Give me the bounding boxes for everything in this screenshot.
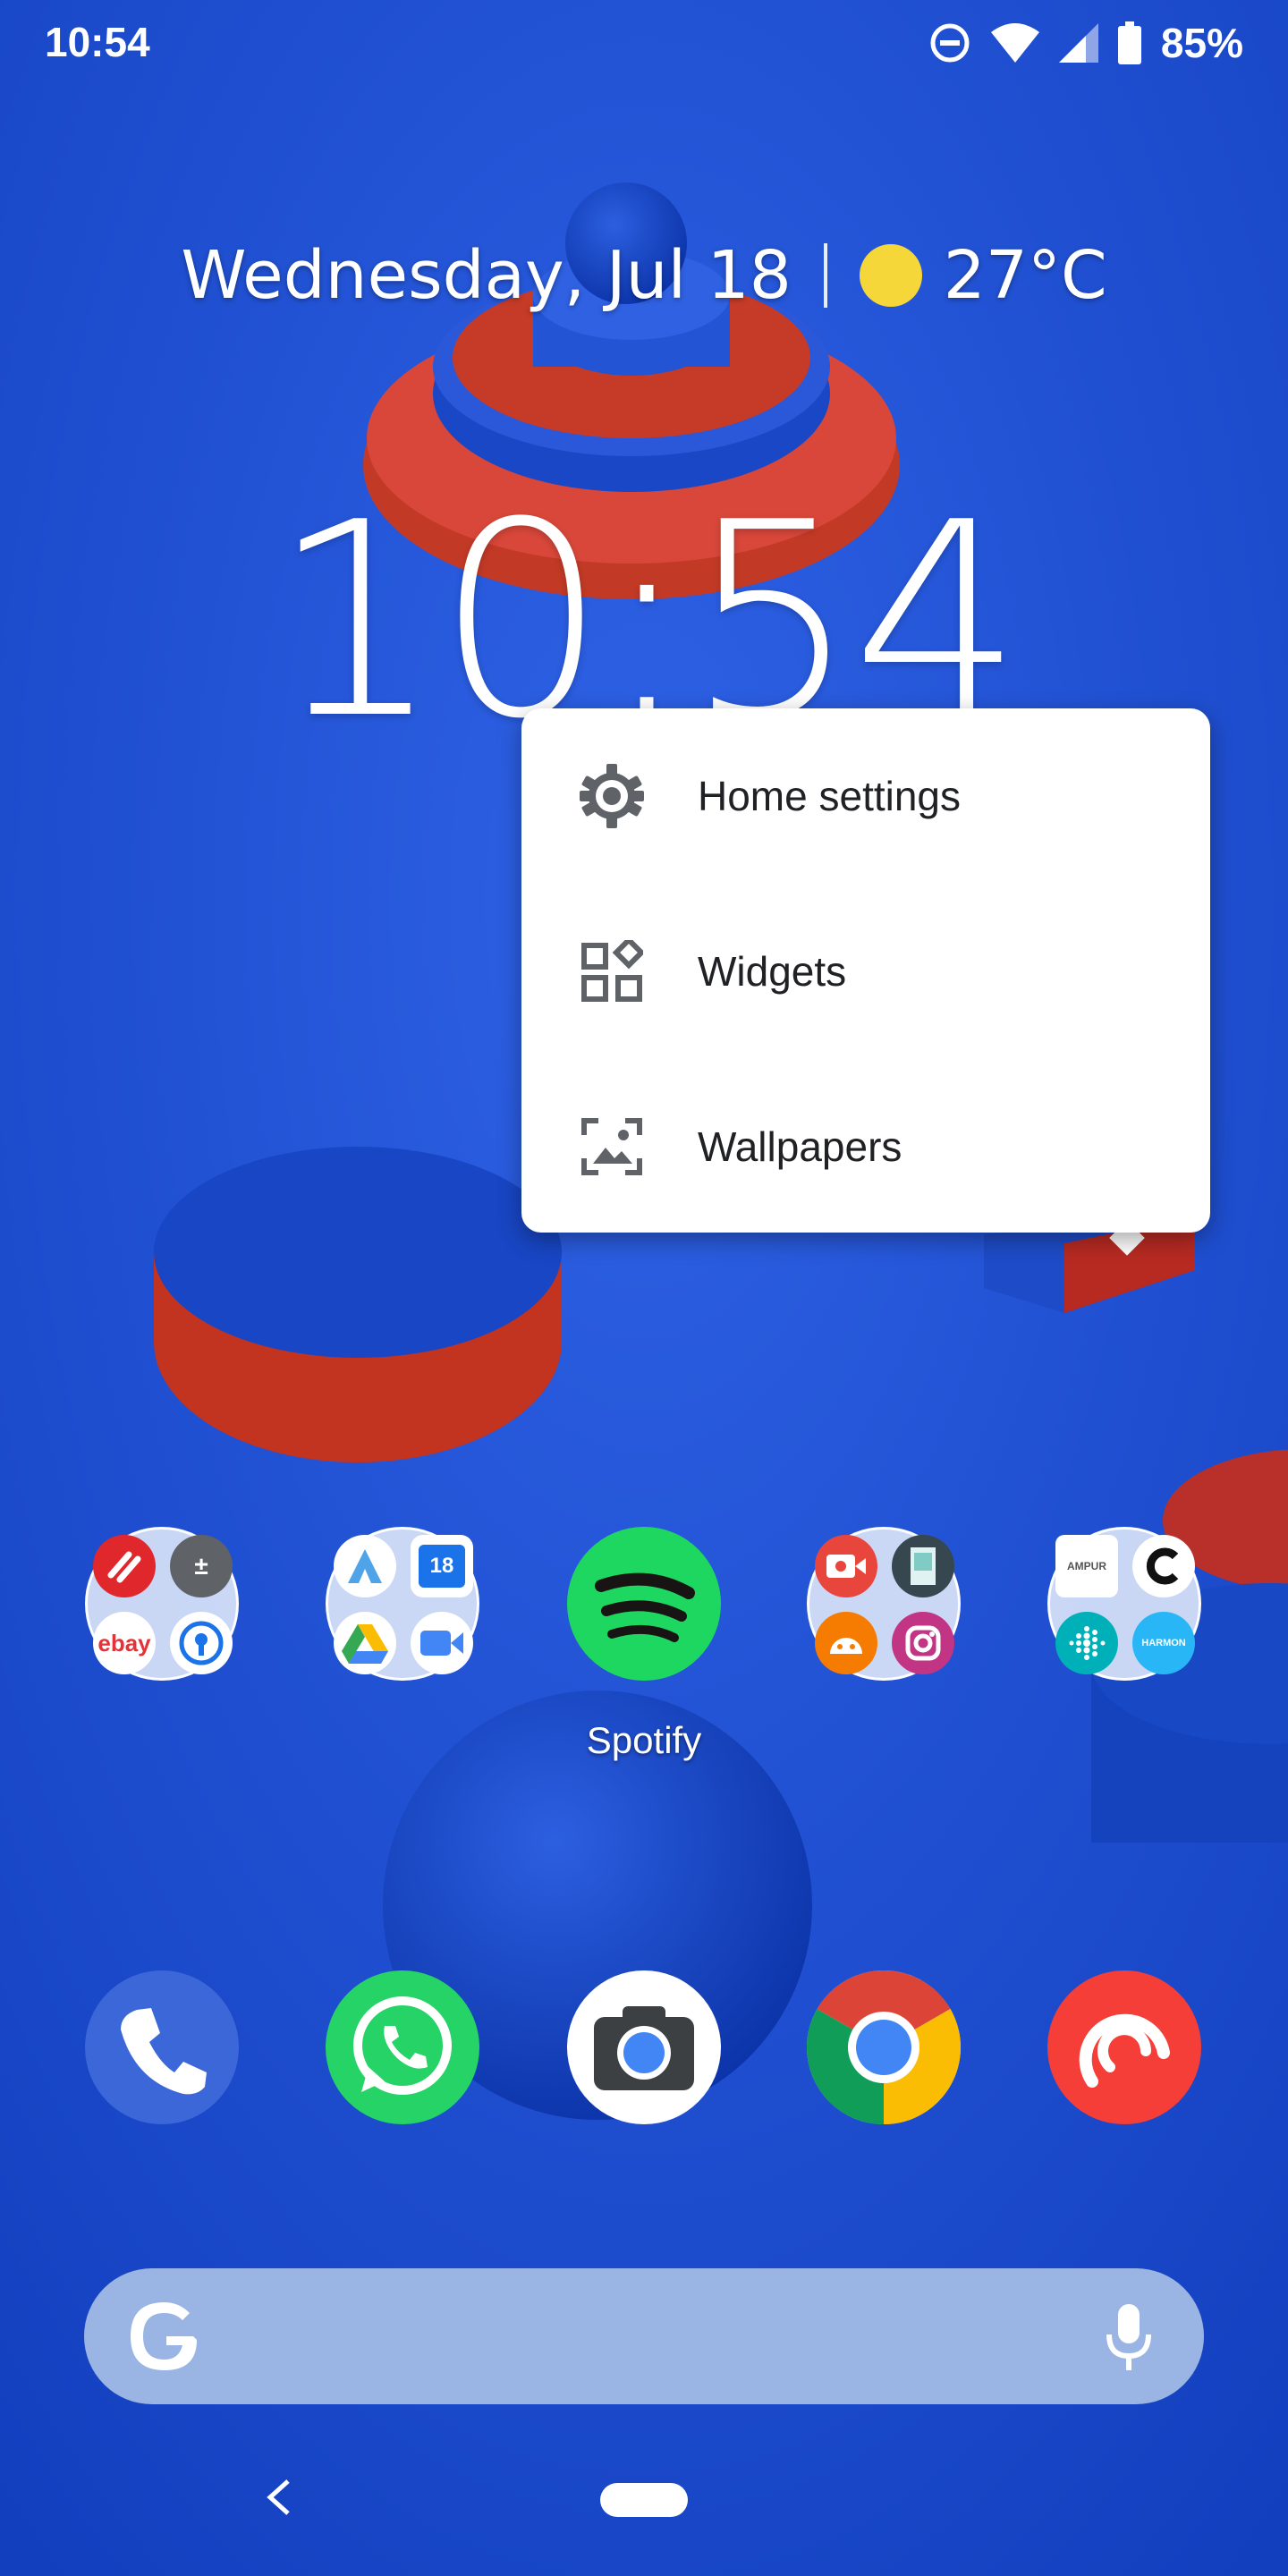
screen-recorder-icon [815,1535,877,1597]
calculator-icon: ± [170,1535,233,1597]
arc-icon [334,1535,396,1597]
signal-icon [1058,23,1098,63]
pocket-casts-icon[interactable] [1047,1970,1201,2124]
menu-item-home-settings[interactable]: Home settings [521,708,1210,884]
google-search-bar[interactable] [84,2268,1204,2404]
meet-icon [411,1612,473,1674]
whatsapp-icon[interactable] [326,1970,479,2124]
sun-icon [859,244,922,307]
drive-icon [334,1612,396,1674]
ampup-icon: AMPUR [1055,1535,1118,1597]
dnd-icon [930,23,970,63]
at-a-glance[interactable]: Wednesday, Jul 18 27°C [0,237,1288,314]
app-folder-3[interactable] [807,1527,961,1681]
menu-item-label: Home settings [698,773,962,819]
home-button[interactable] [600,2483,688,2517]
status-icons: 85% [928,16,1243,70]
harmony-icon: HARMON [1132,1612,1195,1674]
glance-date[interactable]: Wednesday, Jul 18 [181,237,791,314]
widgets-icon [575,935,648,1008]
google-g-icon[interactable] [120,2292,209,2381]
home-popup-menu: Home settings Widgets Wallpapers [521,708,1210,1233]
wallpaper-icon [575,1110,648,1183]
spotify-app-icon[interactable] [567,1527,721,1681]
app-folder-1[interactable]: ± ebay [85,1527,239,1681]
authy-icon [93,1535,156,1597]
phone-icon[interactable] [85,1970,239,2124]
menu-item-label: Wallpapers [698,1123,902,1170]
battery-percent: 85% [1160,20,1243,66]
ebay-icon: ebay [93,1612,156,1674]
app-icon [892,1535,954,1597]
mic-icon[interactable] [1102,2301,1156,2374]
c-app-icon [1132,1535,1195,1597]
instagram-icon [892,1612,954,1674]
wifi-icon [990,23,1039,63]
calendar-icon: 18 [411,1535,473,1597]
spotify-label: Spotify [586,1719,702,1761]
app-folder-2[interactable]: 18 [326,1527,479,1681]
back-button[interactable] [261,2478,297,2517]
glance-divider [823,243,827,308]
status-time: 10:54 [45,19,150,65]
camera-icon[interactable] [567,1970,721,2124]
password-manager-icon [170,1612,233,1674]
menu-item-label: Widgets [698,948,847,995]
app-folder-4[interactable]: AMPUR HARMON [1047,1527,1201,1681]
menu-item-widgets[interactable]: Widgets [521,884,1210,1059]
android-icon [815,1612,877,1674]
glance-temperature[interactable]: 27°C [944,237,1107,314]
wallpaper [0,0,1288,2576]
fitbit-icon [1055,1612,1118,1674]
gear-icon [575,759,648,833]
chrome-icon[interactable] [806,1970,962,2124]
battery-icon [1117,21,1141,64]
menu-item-wallpapers[interactable]: Wallpapers [521,1059,1210,1234]
